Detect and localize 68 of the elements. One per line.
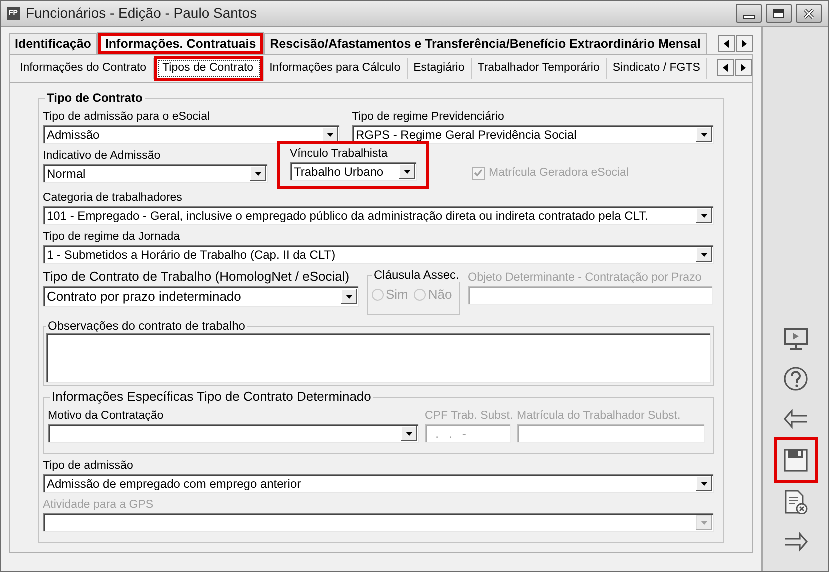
- caret-icon: [700, 482, 708, 486]
- field-label: Motivo da Contratação: [48, 409, 165, 424]
- caret-icon: [404, 170, 410, 174]
- dropdown[interactable]: RGPS - Regime Geral Previdência Social: [352, 125, 714, 144]
- scroll-right-button[interactable]: [735, 59, 752, 76]
- dropdown[interactable]: Trabalho Urbano: [290, 162, 417, 181]
- help-icon: [782, 366, 808, 390]
- radio-label: Não: [428, 286, 452, 304]
- field-label: Tipo de regime da Jornada: [43, 230, 182, 245]
- dropdown[interactable]: Admissão: [43, 125, 340, 144]
- field-label: Tipo de Contrato de Trabalho (HomologNet / eSocial): [43, 268, 351, 286]
- close-button[interactable]: [796, 4, 822, 23]
- toolbar-button[interactable]: [774, 437, 818, 483]
- tab[interactable]: Tipos de Contrato: [154, 56, 264, 81]
- caret-icon: [700, 520, 708, 524]
- left-arrow-icon: [724, 40, 729, 48]
- radio-label: Sim: [386, 286, 408, 304]
- tab[interactable]: Identificação: [9, 33, 98, 54]
- tab[interactable]: Informações. Contratuais: [97, 32, 264, 54]
- group-title: Cláusula Assec.: [373, 268, 460, 282]
- scroll-right-button[interactable]: [736, 35, 753, 52]
- scroll-left-button[interactable]: [718, 35, 735, 52]
- caret-icon: [700, 132, 708, 136]
- field-label: Tipo de admissão: [43, 459, 134, 474]
- field-label: CPF Trab. Subst.: [425, 409, 511, 424]
- field-label: Matrícula do Trabalhador Subst.: [517, 409, 682, 424]
- group-title: Tipo de Contrato: [46, 91, 144, 105]
- field-label: Categoria de trabalhadores: [43, 191, 184, 206]
- check-icon: [474, 169, 483, 177]
- dropdown[interactable]: Contrato por prazo indeterminado: [43, 286, 359, 307]
- field-label: Vínculo Trabalhista: [290, 147, 389, 162]
- caret-icon: [406, 432, 412, 436]
- caret-icon: [700, 252, 708, 256]
- dropdown[interactable]: Admissão de empregado com emprego anterior: [43, 474, 714, 493]
- caret-icon: [326, 132, 334, 136]
- text-area[interactable]: [46, 333, 711, 383]
- group-title: Observações do contrato de trabalho: [47, 319, 246, 333]
- dropdown[interactable]: 1 - Submetidos a Horário de Trabalho (Cap. II da CLT): [43, 245, 714, 264]
- tab[interactable]: Sindicato / FGTS: [606, 58, 708, 79]
- minimize-button[interactable]: [736, 4, 762, 23]
- caret-icon: [254, 172, 262, 176]
- tab[interactable]: Trabalhador Temporário: [472, 58, 607, 79]
- field-label: Atividade para a GPS: [43, 498, 155, 513]
- minimize-icon: [743, 14, 755, 18]
- document-cancel-icon: [782, 490, 808, 514]
- field-label: Objeto Determinante - Contratação por Prazo: [468, 269, 703, 286]
- right-arrow-icon: [742, 40, 747, 48]
- field-label: Tipo de admissão para o eSocial: [43, 110, 212, 125]
- scroll-left-button[interactable]: [717, 59, 734, 76]
- tab[interactable]: Estagiário: [408, 58, 472, 79]
- checkbox-label: Matrícula Geradora eSocial: [489, 166, 629, 181]
- monitor-icon: [782, 326, 808, 350]
- dropdown[interactable]: Normal: [43, 164, 268, 183]
- tab[interactable]: Informações para Cálculo: [264, 58, 408, 79]
- field-label: Indicativo de Admissão: [43, 149, 162, 164]
- dropdown[interactable]: 101 - Empregado - Geral, inclusive o empregado público da administração direta ou indireta contratado pela CLT.: [43, 206, 714, 225]
- left-arrow-icon: [723, 64, 728, 72]
- caret-icon: [700, 214, 708, 218]
- caret-icon: [346, 294, 352, 298]
- right-arrow-icon: [741, 64, 746, 72]
- tab[interactable]: Rescisão/Afastamentos e Transferência/Benefício Extraordinário Mensal: [264, 33, 707, 54]
- dropdown[interactable]: [48, 424, 419, 443]
- close-icon: [803, 8, 815, 18]
- group-title: Informações Específicas Tipo de Contrato Determinado: [51, 390, 372, 404]
- maximize-button[interactable]: [766, 4, 792, 23]
- maximize-icon: [773, 8, 785, 18]
- window-title: Funcionários - Edição - Paulo Santos: [26, 4, 258, 23]
- field-label: Tipo de regime Previdenciário: [352, 110, 506, 125]
